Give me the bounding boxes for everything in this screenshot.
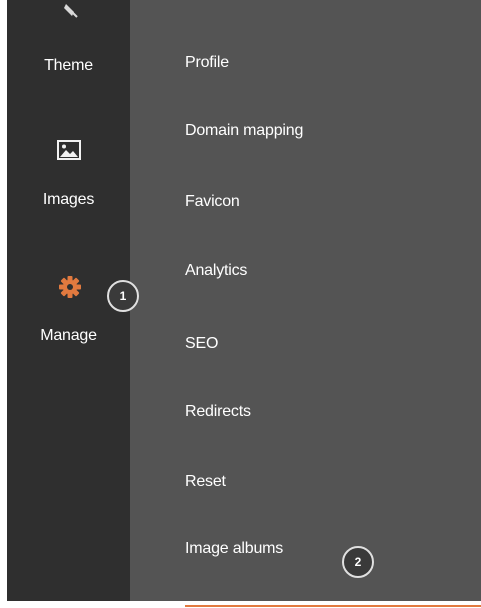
menu-item-seo[interactable]: SEO — [185, 335, 218, 353]
menu-item-redirects[interactable]: Redirects — [185, 403, 251, 421]
menu-item-analytics[interactable]: Analytics — [185, 262, 247, 280]
menu-item-image-albums[interactable]: Image albums — [185, 540, 283, 558]
menu-item-reset[interactable]: Reset — [185, 473, 226, 491]
callout-2: 2 — [342, 546, 374, 578]
manage-menu-panel — [130, 0, 481, 608]
callout-1: 1 — [107, 280, 139, 312]
menu-item-domain-mapping[interactable]: Domain mapping — [185, 122, 303, 140]
sidebar-item-label: Theme — [44, 57, 93, 74]
menu-item-profile[interactable]: Profile — [185, 54, 229, 72]
active-item-underline — [185, 605, 481, 607]
brush-icon — [64, 4, 78, 18]
sidebar-item-label: Images — [42, 191, 95, 208]
menu-item-favicon[interactable]: Favicon — [185, 193, 240, 211]
gear-icon — [59, 276, 81, 298]
image-icon — [57, 140, 81, 160]
sidebar-item-label: Manage — [40, 327, 97, 344]
